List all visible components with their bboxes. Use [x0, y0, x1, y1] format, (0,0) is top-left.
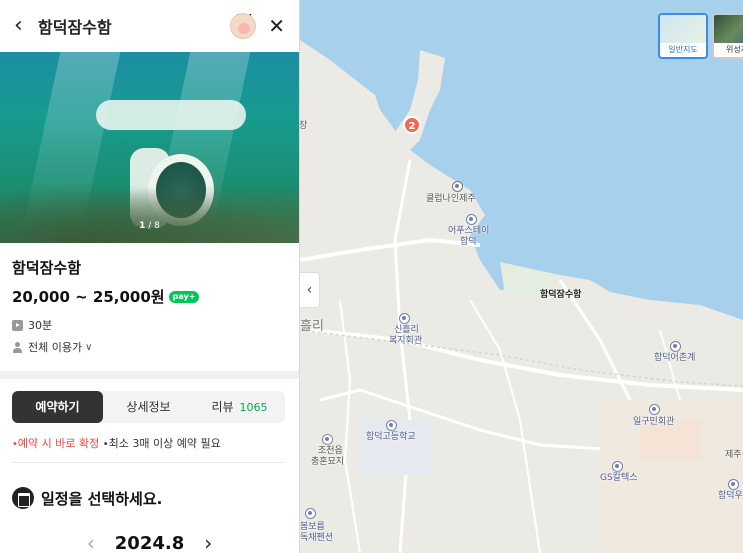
map-label-gs[interactable]: GS칼텍스: [600, 473, 638, 484]
schedule-header: 일정을 선택하세요.: [12, 487, 287, 509]
map-label-ilgu[interactable]: 일구민회관: [633, 417, 674, 428]
place-name: 함덕잠수함: [12, 259, 82, 277]
map-label-cemetery[interactable]: 조천읍: [318, 446, 343, 457]
map-label-dong[interactable]: 신흘리: [394, 325, 419, 336]
map-label-heulri: 흘리: [300, 319, 324, 334]
map-label-cemetery-line2[interactable]: 충혼묘지: [311, 457, 344, 468]
my-avatar[interactable]: [230, 13, 257, 39]
place-photo[interactable]: 1 / 8: [0, 52, 299, 243]
map-label-jeju: 제주: [725, 450, 742, 460]
panel-header: ‹ 함덕잠수함 my ✕: [0, 0, 299, 52]
booking-notice: •예약 시 바로 확정 •최소 3매 이상 예약 필요: [12, 435, 287, 451]
place-detail-panel: ‹ 함덕잠수함 my ✕ 1 / 8 함덕잠수함 20,000 ~ 25,000…: [0, 0, 300, 553]
duration: 30분: [28, 319, 53, 332]
price: 20,000 ~ 25,000원: [12, 288, 165, 306]
npay-badge: pay+: [168, 290, 200, 303]
pension-icon[interactable]: [305, 508, 316, 519]
photo-counter: 1 / 8: [139, 221, 160, 231]
map-label-school[interactable]: 함덕고등학교: [366, 432, 416, 443]
map-cluster-marker[interactable]: 2: [403, 116, 421, 134]
prev-month-icon[interactable]: ‹: [79, 531, 103, 553]
map-label-jang: 장: [299, 121, 308, 131]
duration-row: 30분: [12, 317, 287, 333]
fishery-icon[interactable]: [670, 341, 681, 352]
satellite-map-thumbnail: [714, 15, 743, 43]
section-divider: [0, 371, 299, 379]
normal-map-thumbnail: [660, 15, 706, 43]
reef: [0, 183, 299, 243]
audience: 전체 이용가: [28, 341, 83, 354]
post-office-icon[interactable]: [728, 479, 739, 490]
audience-row[interactable]: 전체 이용가 ∨: [12, 339, 287, 355]
community-center-icon[interactable]: [399, 313, 410, 324]
map-type-normal-button[interactable]: 일반지도: [658, 13, 708, 59]
tab-booking[interactable]: 예약하기: [12, 391, 103, 423]
gas-station-icon[interactable]: [612, 461, 623, 472]
schedule-title: 일정을 선택하세요.: [41, 489, 163, 508]
chevron-down-icon: ∨: [85, 341, 93, 353]
back-arrow-icon[interactable]: ‹: [14, 15, 32, 37]
submarine-wing: [96, 100, 246, 130]
next-month-icon[interactable]: ›: [196, 531, 220, 553]
school-icon[interactable]: [386, 420, 397, 431]
close-icon[interactable]: ✕: [268, 14, 285, 38]
hall-icon[interactable]: [649, 404, 660, 415]
notice-minimum: 최소 3매 이상 예약 필요: [108, 437, 221, 450]
person-icon: [12, 341, 23, 353]
divider-line: [12, 462, 285, 463]
collapse-panel-button[interactable]: ‹: [300, 272, 320, 308]
map-label-pension[interactable]: 봄보름: [300, 522, 325, 533]
place-info: 함덕잠수함 20,000 ~ 25,000원 pay+ 30분 전체 이용가 ∨: [0, 243, 299, 355]
map-type-normal-label: 일반지도: [668, 45, 698, 54]
review-count: 1065: [239, 401, 268, 414]
map-label-eochon[interactable]: 함덕어촌계: [654, 353, 695, 364]
map-type-satellite-label: 위성지: [725, 45, 743, 54]
cemetery-icon[interactable]: [322, 434, 333, 445]
hotel-icon[interactable]: [466, 214, 477, 225]
video-icon: [12, 319, 23, 331]
calendar-icon: [12, 487, 34, 509]
map-label-post[interactable]: 함덕우체: [718, 491, 743, 502]
month-navigator: ‹ 2024.8 ›: [0, 531, 299, 553]
map-label-pension-line2[interactable]: 독채펜션: [300, 533, 333, 544]
panel-title: 함덕잠수함: [38, 18, 112, 37]
map-label-stay-line2[interactable]: 함덕: [460, 237, 477, 248]
map-label-club[interactable]: 클럽나인제주: [426, 194, 476, 205]
detail-tabs: 예약하기 상세정보 리뷰 1065: [12, 391, 285, 423]
tab-reviews[interactable]: 리뷰 1065: [194, 391, 285, 423]
tab-details[interactable]: 상세정보: [103, 391, 194, 423]
tab-reviews-label: 리뷰: [211, 400, 234, 414]
map-label-stay[interactable]: 어푸스테이: [448, 226, 489, 237]
building-icon[interactable]: [452, 181, 463, 192]
avatar-face: [238, 23, 251, 34]
map-label-pin[interactable]: 함덕잠수함: [540, 290, 581, 301]
chevron-left-icon: ‹: [306, 282, 313, 298]
current-month: 2024.8: [114, 532, 185, 553]
notice-instant: 예약 시 바로 확정: [17, 437, 100, 450]
map-label-dong-line2[interactable]: 복지회관: [389, 336, 422, 347]
price-row: 20,000 ~ 25,000원 pay+: [12, 286, 287, 307]
map-type-satellite-button[interactable]: 위성지: [712, 13, 743, 59]
